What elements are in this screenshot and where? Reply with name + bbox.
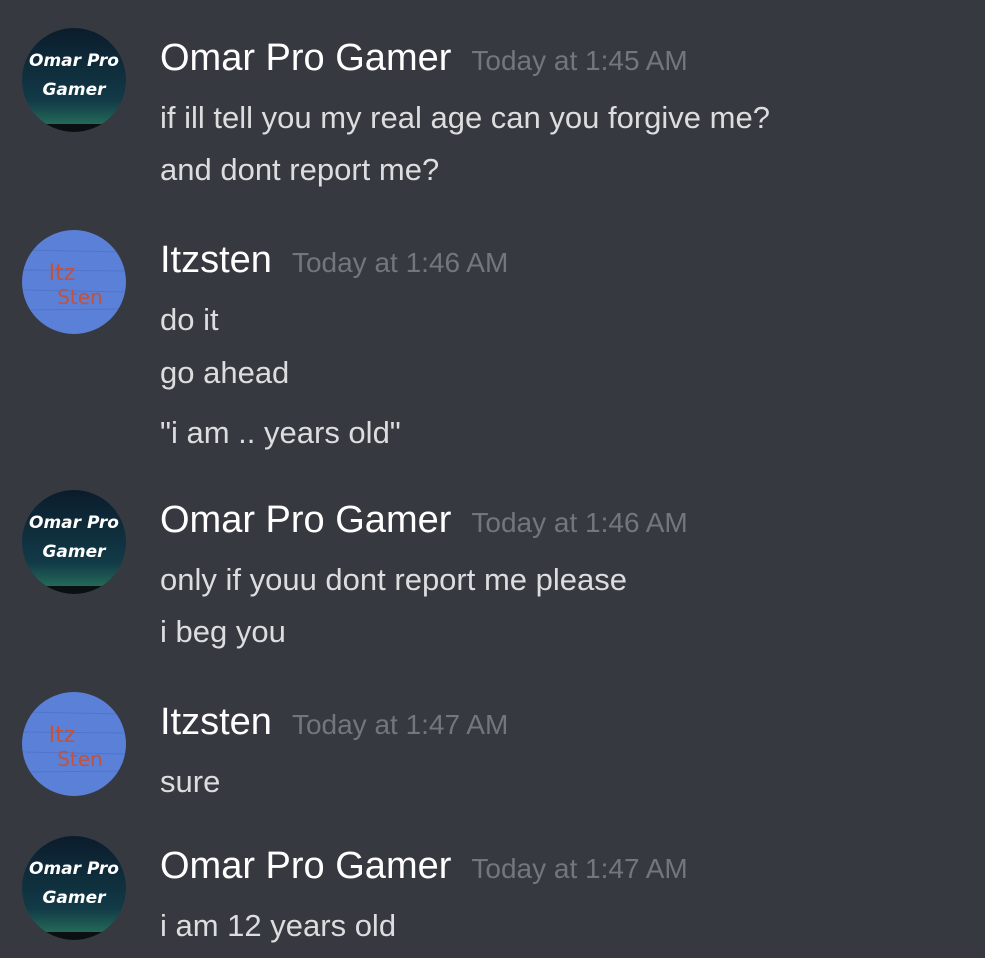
avatar-text-line2: Gamer — [42, 888, 107, 908]
itzsten-avatar-icon: Itz Sten — [22, 230, 126, 334]
message-text: sure — [160, 764, 221, 799]
avatar-text-line1: Omar Pro — [29, 513, 119, 533]
avatar[interactable]: Omar Pro Gamer — [22, 836, 126, 940]
message-text: i beg you — [160, 614, 286, 649]
avatar-text-line2: Gamer — [42, 80, 107, 100]
avatar-text-line1: Omar Pro — [29, 859, 119, 879]
message-text: i am 12 years old — [160, 908, 397, 943]
message-header: Itzsten Today at 1:46 AM — [160, 238, 508, 282]
itzsten-avatar-icon: Itz Sten — [22, 692, 126, 796]
message-header: Omar Pro Gamer Today at 1:47 AM — [160, 844, 688, 888]
timestamp: Today at 1:46 AM — [291, 247, 509, 278]
message-text: only if youu dont report me please — [160, 562, 627, 597]
avatar[interactable]: Omar Pro Gamer — [22, 490, 126, 594]
username[interactable]: Itzsten — [160, 700, 272, 744]
username[interactable]: Omar Pro Gamer — [160, 844, 451, 888]
avatar[interactable]: Itz Sten — [22, 692, 126, 796]
username[interactable]: Omar Pro Gamer — [160, 498, 451, 542]
avatar-text-line2: Gamer — [42, 542, 107, 562]
omar-avatar-icon: Omar Pro Gamer — [22, 836, 126, 940]
omar-avatar-icon: Omar Pro Gamer — [22, 28, 126, 132]
message-text: go ahead — [160, 355, 290, 390]
avatar-text-line1: Omar Pro — [29, 51, 119, 71]
avatar-text-line1: Itz — [49, 261, 76, 286]
avatar-text-line1: Itz — [49, 723, 76, 748]
avatar[interactable]: Omar Pro Gamer — [22, 28, 126, 132]
message-text: do it — [160, 302, 219, 337]
timestamp: Today at 1:47 AM — [291, 709, 509, 740]
message-text: and dont report me? — [160, 152, 440, 187]
avatar-text-line2: Sten — [57, 285, 103, 309]
username[interactable]: Itzsten — [160, 238, 272, 282]
message-header: Itzsten Today at 1:47 AM — [160, 700, 508, 744]
timestamp: Today at 1:47 AM — [471, 853, 688, 884]
message-text: if ill tell you my real age can you forg… — [160, 100, 770, 135]
omar-avatar-icon: Omar Pro Gamer — [22, 490, 126, 594]
chat-messages: Omar Pro Gamer Omar Pro Gamer Today at 1… — [0, 0, 985, 958]
message-header: Omar Pro Gamer Today at 1:46 AM — [160, 498, 688, 542]
username[interactable]: Omar Pro Gamer — [160, 36, 451, 80]
avatar[interactable]: Itz Sten — [22, 230, 126, 334]
timestamp: Today at 1:46 AM — [471, 507, 688, 538]
timestamp: Today at 1:45 AM — [471, 45, 688, 76]
avatar-text-line2: Sten — [57, 747, 103, 771]
message-header: Omar Pro Gamer Today at 1:45 AM — [160, 36, 688, 80]
message-text: "i am .. years old" — [160, 415, 401, 450]
